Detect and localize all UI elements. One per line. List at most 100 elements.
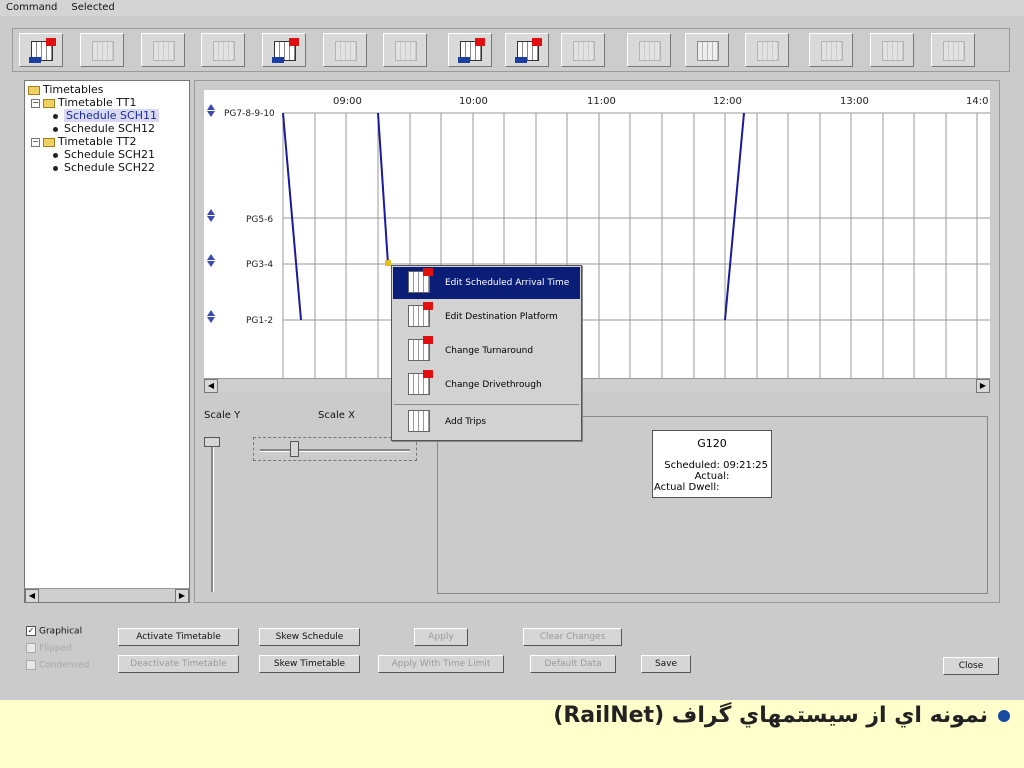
time-label: 11:00 [587, 96, 616, 107]
pin-icon [821, 41, 843, 61]
grid-small-tool-button[interactable] [561, 33, 605, 67]
tree-hscrollbar[interactable]: ◀ ▶ [25, 588, 189, 603]
collapse-icon[interactable]: − [31, 137, 40, 147]
folder-icon [43, 98, 55, 108]
drivethrough-icon [408, 370, 433, 395]
apply-button[interactable]: Apply [414, 628, 468, 646]
grid-icon [92, 41, 114, 61]
clock-tool-button[interactable] [141, 33, 185, 67]
pin-tool-button[interactable] [809, 33, 853, 67]
platform-tool-button[interactable] [383, 33, 427, 67]
node-dot-icon [53, 113, 58, 119]
skew-schedule-button[interactable]: Skew Schedule [259, 628, 360, 646]
turnaround-tool-button[interactable] [323, 33, 367, 67]
scale-x-track [260, 449, 410, 452]
change-turnaround-tool-button[interactable] [448, 33, 492, 67]
scale-y-thumb[interactable] [204, 437, 220, 447]
edit-arrival-time-tool-button[interactable] [19, 33, 63, 67]
flipped-checkbox[interactable]: Flipped [26, 643, 72, 654]
close-button[interactable]: Close [943, 657, 999, 675]
scroll-left-icon[interactable]: ◀ [25, 589, 39, 603]
add-trips-icon [697, 41, 719, 61]
tree-item-sch12[interactable]: Schedule SCH12 [53, 122, 155, 135]
clock-grid-tool-button[interactable] [201, 33, 245, 67]
scheduled-time: Scheduled: 09:21:25 [664, 460, 768, 471]
station-reorder-arrows[interactable] [207, 310, 216, 323]
deactivate-timetable-button[interactable]: Deactivate Timetable [118, 655, 239, 673]
settings-tool-button[interactable] [931, 33, 975, 67]
menu-edit-arrival-time[interactable]: Edit Scheduled Arrival Time [393, 267, 580, 299]
tree-item-sch21[interactable]: Schedule SCH21 [53, 148, 155, 161]
railnet-window: Command Selected Timetables − Timetable TT… [0, 0, 1024, 700]
clock-pin-icon [882, 41, 904, 61]
edit-destination-tool-button[interactable] [262, 33, 306, 67]
graph-hscrollbar[interactable]: ◀ ▶ [204, 378, 990, 393]
condensed-checkbox[interactable]: Condensed [26, 660, 89, 671]
time-label: 14:0 [966, 96, 989, 107]
drivethrough-icon [515, 38, 542, 63]
clear-changes-button[interactable]: Clear Changes [523, 628, 622, 646]
menu-selected[interactable]: Selected [71, 2, 114, 13]
graphical-checkbox[interactable]: ✓ Graphical [26, 626, 82, 637]
save-button[interactable]: Save [641, 655, 691, 673]
actual-time: Actual: [694, 471, 730, 482]
train-path-1[interactable] [282, 112, 302, 321]
station-reorder-arrows[interactable] [207, 104, 216, 117]
platform-icon [395, 41, 417, 61]
menu-add-trips[interactable]: Add Trips [393, 406, 580, 438]
tree-item-sch22[interactable]: Schedule SCH22 [53, 161, 155, 174]
add-trips-tool-button[interactable] [685, 33, 729, 67]
bullet-icon [998, 710, 1010, 722]
scale-y-track[interactable] [211, 444, 214, 592]
change-drivethrough-tool-button[interactable] [505, 33, 549, 67]
default-data-button[interactable]: Default Data [530, 655, 616, 673]
destination-icon [272, 38, 299, 63]
clock-grid-icon [213, 41, 235, 61]
train-graph[interactable] [204, 90, 990, 390]
menu-change-drivethrough[interactable]: Change Drivethrough [393, 369, 580, 401]
tree-item-tt1[interactable]: − Timetable TT1 [31, 96, 137, 109]
skew-timetable-button[interactable]: Skew Timetable [259, 655, 360, 673]
menu-edit-destination-platform[interactable]: Edit Destination Platform [393, 301, 580, 333]
time-label: 13:00 [840, 96, 869, 107]
station-label: PG1-2 [246, 316, 274, 326]
table-tool-button[interactable] [627, 33, 671, 67]
station-label: PG5-6 [246, 215, 274, 225]
settings-icon [943, 41, 965, 61]
station-label: PG7-8-9-10 [224, 109, 275, 119]
station-reorder-arrows[interactable] [207, 254, 216, 267]
clock-icon [153, 41, 175, 61]
grid-tool-button[interactable] [80, 33, 124, 67]
clock-pin-tool-button[interactable] [870, 33, 914, 67]
tree-item-sch11[interactable]: Schedule SCH11 [53, 109, 159, 122]
train-path-3[interactable] [724, 112, 745, 321]
activate-timetable-button[interactable]: Activate Timetable [118, 628, 239, 646]
tree-root[interactable]: Timetables [28, 83, 104, 96]
menu-command[interactable]: Command [6, 2, 57, 13]
scroll-right-icon[interactable]: ▶ [976, 379, 990, 393]
timetable-edit-icon [29, 38, 56, 63]
table-icon [639, 41, 661, 61]
collapse-icon[interactable]: − [31, 98, 40, 108]
scale-y-label: Scale Y [204, 410, 241, 421]
station-reorder-arrows[interactable] [207, 209, 216, 222]
tree-item-tt2[interactable]: − Timetable TT2 [31, 135, 137, 148]
scale-x-thumb[interactable] [290, 441, 299, 457]
change-turnaround-icon [458, 38, 485, 63]
menu-bar: Command Selected [0, 0, 1024, 16]
add-trips-icon [408, 410, 430, 432]
menu-separator [394, 404, 579, 405]
train-info-card: G120 Scheduled: 09:21:25 Actual: Actual … [652, 430, 772, 498]
train-path-2[interactable] [377, 112, 389, 265]
folder-icon [28, 85, 40, 95]
station-label: PG3-4 [246, 260, 274, 270]
graph-gridlines [282, 112, 990, 380]
scroll-right-icon[interactable]: ▶ [175, 589, 189, 603]
apply-with-time-limit-button[interactable]: Apply With Time Limit [378, 655, 504, 673]
turnaround-icon [335, 41, 357, 61]
actual-dwell: Actual Dwell: [654, 482, 720, 493]
remove-trips-tool-button[interactable] [745, 33, 789, 67]
menu-change-turnaround[interactable]: Change Turnaround [393, 335, 580, 367]
node-dot-icon [53, 165, 58, 171]
scroll-left-icon[interactable]: ◀ [204, 379, 218, 393]
